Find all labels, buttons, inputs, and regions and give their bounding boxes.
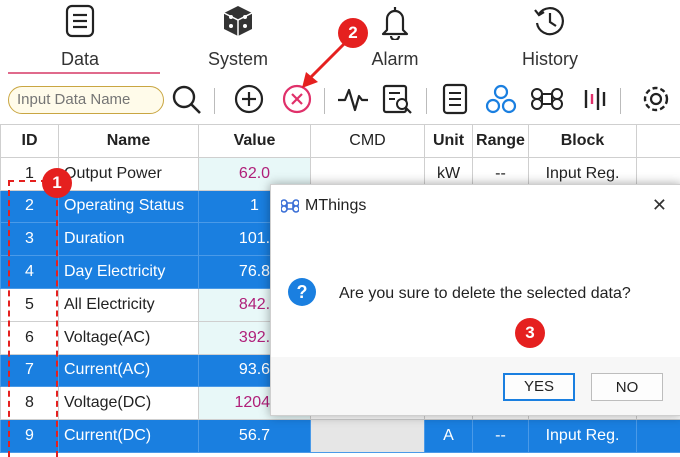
cell-name: Day Electricity (58, 255, 199, 289)
callout-badge-1: 1 (42, 168, 72, 198)
cell-name: Voltage(AC) (58, 320, 199, 355)
active-tab-indicator (8, 72, 160, 74)
bars-icon[interactable] (578, 82, 612, 116)
callout-arrow (302, 42, 346, 88)
cell-extra (636, 419, 680, 453)
document-icon[interactable] (440, 82, 470, 116)
column-header-id[interactable]: ID (0, 124, 59, 158)
command-icon[interactable] (530, 82, 564, 116)
cell-name: Duration (58, 222, 199, 257)
column-header-block[interactable]: Block (528, 124, 637, 158)
command-icon (281, 199, 299, 213)
table-header: ID Name Value CMD Unit Range Block (0, 124, 680, 158)
inspect-icon[interactable] (380, 82, 414, 116)
dialog-body: ? Are you sure to delete the selected da… (271, 227, 680, 357)
add-icon[interactable] (232, 82, 266, 116)
toolbar-separator (214, 88, 215, 114)
dialog-message: Are you sure to delete the selected data… (339, 285, 631, 302)
column-header-cmd[interactable]: CMD (310, 124, 425, 158)
cell-block: Input Reg. (528, 419, 637, 453)
tab-history[interactable]: History (508, 0, 592, 74)
column-header-value[interactable]: Value (198, 124, 311, 158)
yes-button[interactable]: YES (503, 373, 575, 401)
cell-cmd[interactable] (310, 419, 425, 453)
cell-unit: A (424, 419, 473, 453)
cell-name: Operating Status (58, 189, 199, 224)
tab-data[interactable]: Data (40, 0, 120, 74)
cube-icon (223, 6, 253, 36)
tab-alarm-label: Alarm (371, 49, 419, 69)
confirm-dialog: MThings ✕ ? Are you sure to delete the s… (270, 184, 680, 416)
tab-system-label: System (207, 49, 268, 69)
list-icon (65, 4, 95, 38)
cell-range: -- (472, 419, 529, 453)
tab-history-label: History (521, 49, 578, 69)
search-icon[interactable] (170, 82, 204, 116)
gear-icon[interactable] (636, 82, 676, 116)
dialog-title: MThings (305, 197, 367, 214)
group-icon[interactable] (484, 82, 518, 116)
search-input[interactable] (8, 86, 164, 114)
selection-highlight (8, 180, 58, 457)
cell-name: Voltage(DC) (58, 386, 199, 421)
toolbar-separator (426, 88, 427, 114)
cell-name: Output Power (58, 156, 199, 191)
cell-name: All Electricity (58, 287, 199, 322)
question-icon: ? (288, 278, 316, 306)
svg-text:?: ? (297, 282, 308, 302)
cell-name: Current(AC) (58, 353, 199, 388)
callout-badge-3: 3 (515, 318, 545, 348)
tab-data-label: Data (60, 49, 100, 69)
bell-icon (381, 7, 409, 40)
toolbar-separator (620, 88, 621, 114)
dialog-titlebar: MThings ✕ (271, 185, 680, 227)
column-header-unit[interactable]: Unit (424, 124, 473, 158)
column-header-extra (636, 124, 680, 158)
cell-value[interactable]: 56.7 (198, 419, 311, 453)
cell-name: Current(DC) (58, 419, 199, 453)
column-header-name[interactable]: Name (58, 124, 199, 158)
history-icon (534, 7, 564, 36)
close-icon[interactable]: ✕ (652, 195, 667, 216)
tab-system[interactable]: System (198, 0, 278, 74)
table-row[interactable]: 9 Current(DC) 56.7 A -- Input Reg. (0, 419, 680, 453)
no-button[interactable]: NO (591, 373, 663, 401)
column-header-range[interactable]: Range (472, 124, 529, 158)
